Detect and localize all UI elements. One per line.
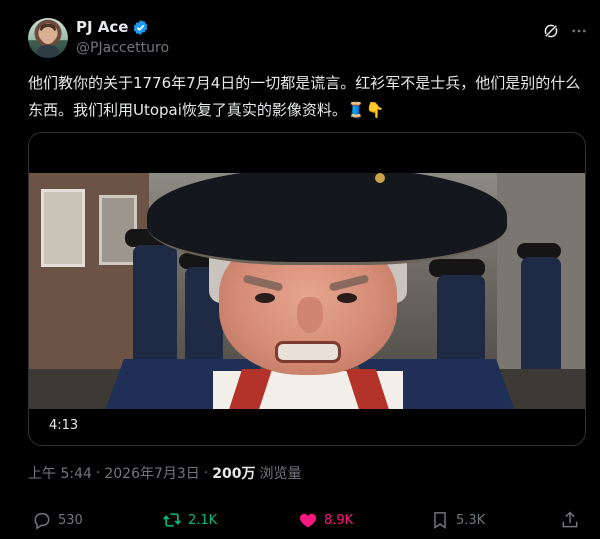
reply-icon xyxy=(34,513,50,530)
reply-count: 530 xyxy=(58,512,83,528)
grok-icon[interactable] xyxy=(542,22,560,40)
more-icon[interactable] xyxy=(570,22,588,40)
meta-separator: · xyxy=(95,465,101,481)
views-count: 200万 xyxy=(212,466,256,482)
tweet-time[interactable]: 上午 5:44 xyxy=(28,463,92,483)
hat-cockade xyxy=(375,173,385,183)
background-soldier xyxy=(133,245,177,375)
tweet-date[interactable]: 2026年7月3日 xyxy=(104,463,199,483)
bookmark-button[interactable]: 5.3K xyxy=(430,510,485,530)
video-player[interactable]: 4:13 xyxy=(28,132,586,446)
action-bar: 530 2.1K 8.9K 5.3K xyxy=(28,510,584,534)
background-soldier xyxy=(521,257,561,375)
tweet-text: 他们教你的关于1776年7月4日的一切都是谎言。红衫军不是士兵，他们是别的什么东… xyxy=(28,74,581,119)
like-count: 8.9K xyxy=(324,512,354,528)
retweet-icon xyxy=(163,513,181,527)
eye xyxy=(337,293,357,303)
tweet-header: PJ Ace @PJaccetturo xyxy=(28,16,588,64)
retweet-button[interactable]: 2.1K xyxy=(162,510,217,530)
bookmark-icon xyxy=(434,512,446,529)
bookmark-count: 5.3K xyxy=(456,512,486,528)
meta-separator: · xyxy=(203,465,209,481)
display-name[interactable]: PJ Ace xyxy=(76,18,128,36)
verified-badge-icon xyxy=(134,19,148,35)
reply-button[interactable]: 530 xyxy=(32,510,83,530)
video-frame[interactable] xyxy=(29,173,585,409)
background-window xyxy=(41,189,85,267)
retweet-count: 2.1K xyxy=(188,512,218,528)
avatar[interactable] xyxy=(28,18,68,58)
eye xyxy=(255,293,275,303)
share-icon xyxy=(562,511,578,528)
tricorn-hat xyxy=(147,173,507,265)
name-row: PJ Ace xyxy=(76,18,149,36)
mouth xyxy=(275,341,341,363)
share-button[interactable] xyxy=(560,510,580,530)
avatar-shirt xyxy=(36,45,60,58)
avatar-face xyxy=(41,27,55,44)
like-button[interactable]: 8.9K xyxy=(298,510,353,530)
heart-icon xyxy=(299,513,317,528)
views-label: 浏览量 xyxy=(259,466,302,482)
nose xyxy=(297,297,323,333)
video-duration: 4:13 xyxy=(49,418,79,433)
tweet-meta: 上午 5:44 · 2026年7月3日 · 200万 浏览量 xyxy=(28,463,301,483)
user-handle[interactable]: @PJaccetturo xyxy=(76,40,169,56)
